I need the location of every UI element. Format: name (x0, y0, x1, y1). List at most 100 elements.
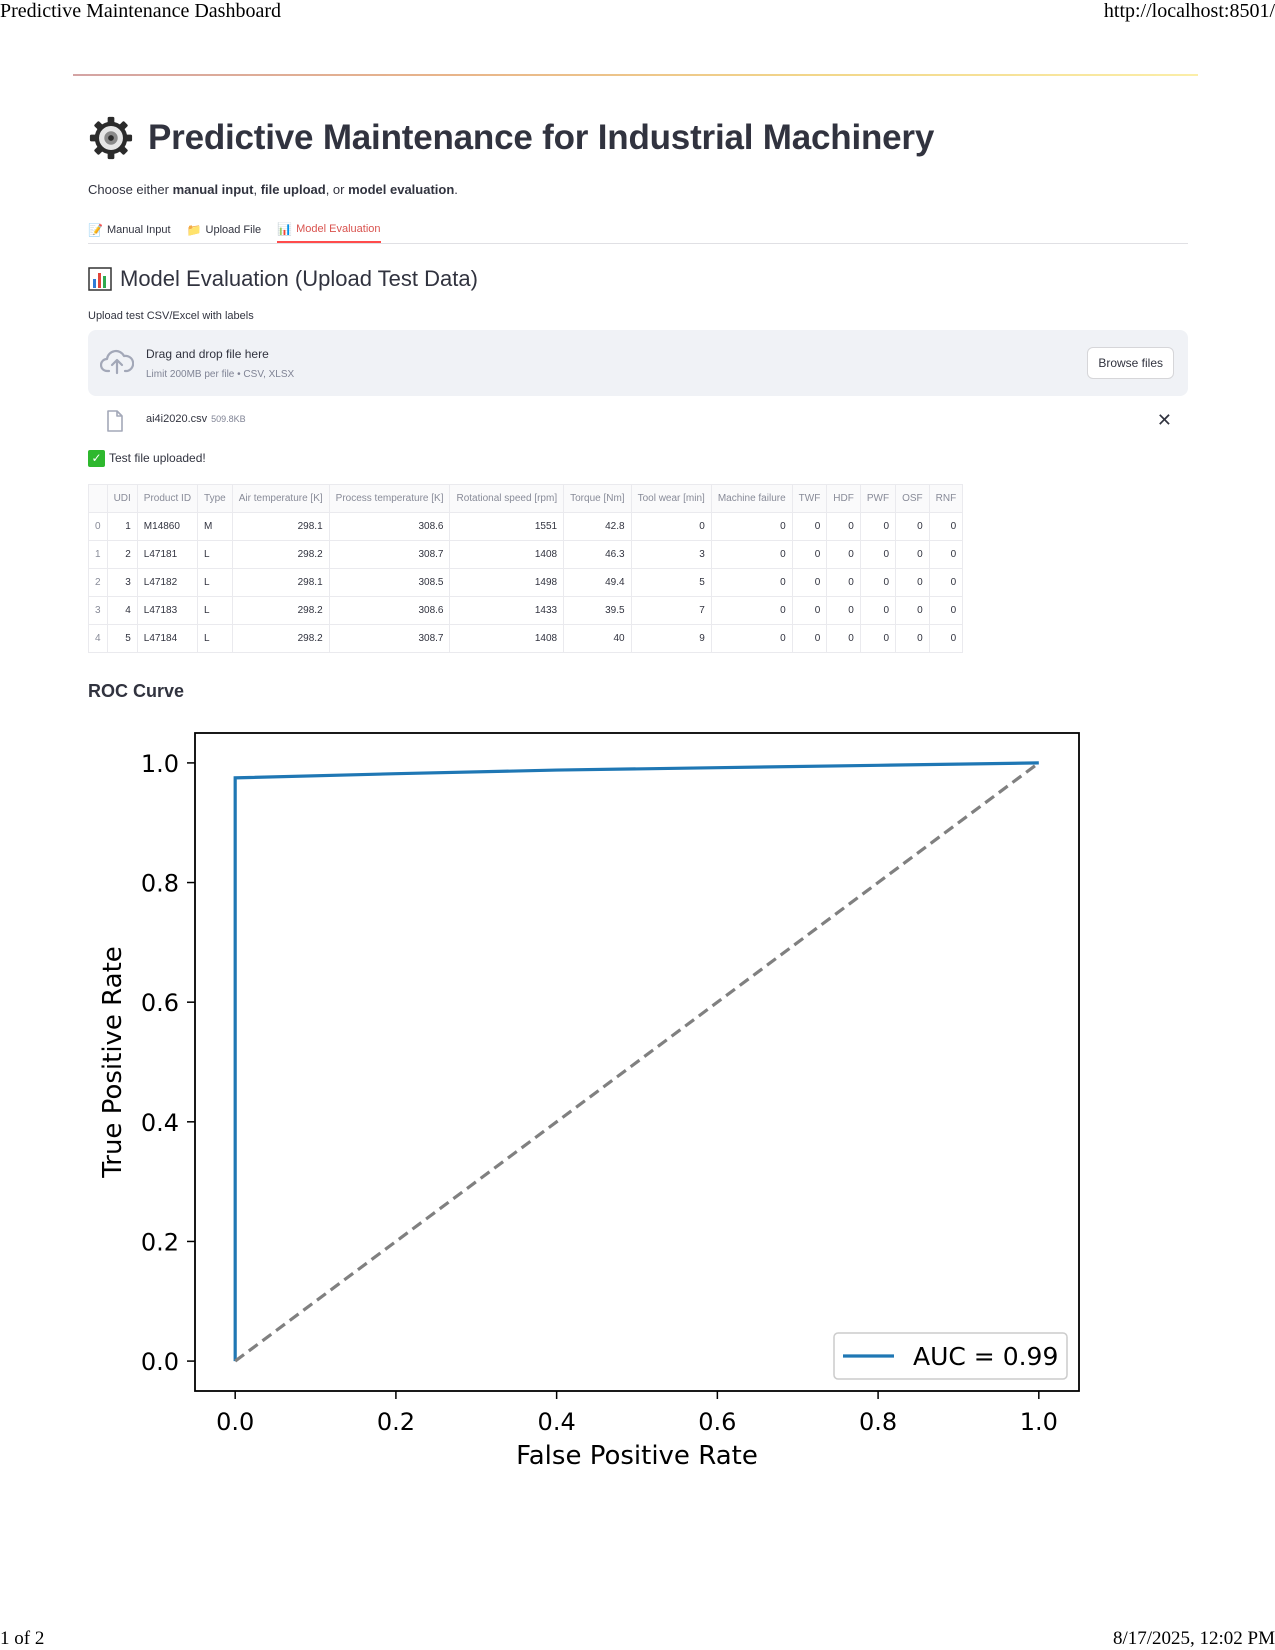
table-cell: 40 (563, 624, 632, 653)
column-header[interactable]: OSF (895, 484, 930, 513)
table-cell: 0 (826, 568, 861, 597)
page-subtitle: Choose either manual input, file upload,… (88, 182, 458, 197)
table-cell: 39.5 (563, 596, 632, 625)
row-index: 0 (88, 512, 108, 541)
table-cell: 1 (106, 512, 138, 541)
column-header[interactable]: UDI (106, 484, 138, 513)
column-header[interactable]: Air temperature [K] (231, 484, 330, 513)
table-cell: 0 (710, 624, 793, 653)
table-cell: 0 (928, 540, 964, 569)
table-cell: 0 (895, 540, 930, 569)
column-header[interactable]: RNF (928, 484, 964, 513)
table-cell: 308.7 (328, 540, 451, 569)
y-tick-label: 0.8 (141, 870, 179, 898)
row-index: 2 (88, 568, 108, 597)
table-cell: 1551 (449, 512, 565, 541)
table-cell: 0 (859, 568, 897, 597)
table-row[interactable]: 1 2 L47181 L 298.2 308.7 1408 46.3 3 0 0 0 0 0 0 (88, 540, 964, 569)
table-cell: 0 (791, 596, 828, 625)
y-tick-label: 0.0 (141, 1348, 179, 1376)
x-axis-label: False Positive Rate (516, 1441, 758, 1471)
table-cell: M14860 (136, 512, 199, 541)
roc-chart: 0.0 0.2 0.4 0.6 0.8 1.0 0.0 0.2 0.4 0.6 0.8 1.0 Fals… (88, 720, 1188, 1500)
table-cell: L (197, 568, 233, 597)
table-cell: 0 (928, 568, 964, 597)
success-message: ✓ Test file uploaded! (88, 448, 1188, 468)
dropzone-title: Drag and drop file here (146, 347, 269, 361)
x-tick-label: 0.6 (698, 1408, 736, 1436)
table-cell: 3 (106, 568, 138, 597)
print-header-title: Predictive Maintenance Dashboard (0, 0, 282, 22)
column-header[interactable]: Process temperature [K] (328, 484, 451, 513)
table-cell: 0 (895, 568, 930, 597)
table-cell: 0 (791, 540, 828, 569)
table-cell: 0 (826, 512, 861, 541)
table-cell: 49.4 (563, 568, 632, 597)
tab-upload-file[interactable]: 📁 Upload File (187, 213, 262, 243)
file-icon (107, 410, 123, 432)
table-cell: 0 (859, 540, 897, 569)
column-header[interactable]: Rotational speed [rpm] (449, 484, 565, 513)
table-cell: 1408 (449, 624, 565, 653)
column-header[interactable]: Type (197, 484, 233, 513)
table-cell: 0 (895, 624, 930, 653)
column-header[interactable]: TWF (791, 484, 828, 513)
table-cell: L (197, 624, 233, 653)
table-header-row: UDI Product ID Type Air temperature [K] Proc… (88, 484, 964, 513)
x-tick-label: 0.0 (216, 1408, 254, 1436)
section-title: Model Evaluation (Upload Test Data) (120, 266, 478, 291)
gear-icon (89, 116, 133, 160)
legend-entry: AUC = 0.99 (913, 1342, 1058, 1371)
bar-chart-icon (88, 267, 112, 291)
header-decoration-bar (73, 74, 1198, 76)
column-header[interactable]: Product ID (136, 484, 199, 513)
table-row[interactable]: 2 3 L47182 L 298.1 308.5 1498 49.4 5 0 0 0 0 0 0 (88, 568, 964, 597)
tab-model-evaluation[interactable]: 📊 Model Evaluation (277, 213, 381, 243)
table-cell: 5 (630, 568, 712, 597)
table-cell: L (197, 540, 233, 569)
table-cell: 0 (710, 596, 793, 625)
table-row[interactable]: 0 1 M14860 M 298.1 308.6 1551 42.8 0 0 0 0 0 0 0 (88, 512, 964, 541)
memo-icon: 📝 (88, 223, 103, 237)
table-cell: 0 (791, 624, 828, 653)
table-cell: 0 (826, 624, 861, 653)
table-cell: 0 (928, 596, 964, 625)
column-header[interactable]: Tool wear [min] (630, 484, 712, 513)
browse-files-button[interactable]: Browse files (1087, 347, 1174, 379)
column-header[interactable]: PWF (859, 484, 897, 513)
y-tick-label: 0.2 (141, 1228, 179, 1256)
bar-chart-icon: 📊 (277, 222, 293, 236)
table-cell: 3 (630, 540, 712, 569)
print-timestamp: 8/17/2025, 12:02 PM (1112, 1628, 1275, 1649)
table-row[interactable]: 4 5 L47184 L 298.2 308.7 1408 40 9 0 0 0 0 0 0 (88, 624, 964, 653)
table-cell: L47182 (136, 568, 199, 597)
file-dropzone[interactable]: Drag and drop file here Limit 200MB per … (88, 330, 1188, 396)
roc-heading: ROC Curve (88, 681, 185, 701)
file-name: ai4i2020.csv 509.8KB (146, 413, 246, 425)
table-row[interactable]: 3 4 L47183 L 298.2 308.6 1433 39.5 7 0 0 0 0 0 0 (88, 596, 964, 625)
column-header[interactable]: HDF (826, 484, 861, 513)
column-header[interactable]: Torque [Nm] (563, 484, 632, 513)
upload-label: Upload test CSV/Excel with labels (88, 310, 254, 322)
y-tick-label: 0.4 (141, 1109, 179, 1137)
table-cell: 9 (630, 624, 712, 653)
table-cell: 0 (791, 568, 828, 597)
tab-manual-input[interactable]: 📝 Manual Input (88, 213, 171, 243)
index-header[interactable] (88, 484, 108, 513)
close-icon[interactable]: ✕ (1157, 410, 1172, 431)
column-header[interactable]: Machine failure (710, 484, 793, 513)
table-cell: 308.6 (328, 512, 451, 541)
tab-label: Upload File (205, 224, 262, 236)
table-cell: M (197, 512, 233, 541)
tab-bar: 📝 Manual Input 📁 Upload File 📊 Model Eva… (88, 213, 1188, 244)
data-table[interactable]: UDI Product ID Type Air temperature [K] Proc… (88, 484, 964, 653)
check-icon: ✓ (88, 449, 105, 467)
table-cell: 298.1 (231, 568, 330, 597)
table-cell: 0 (895, 596, 930, 625)
dropzone-limit: Limit 200MB per file • CSV, XLSX (146, 369, 295, 380)
y-tick-label: 1.0 (141, 750, 179, 778)
diagonal-reference-line (234, 761, 1040, 1363)
tab-label: Manual Input (106, 224, 171, 236)
table-cell: 2 (106, 540, 138, 569)
table-cell: 298.2 (231, 540, 330, 569)
